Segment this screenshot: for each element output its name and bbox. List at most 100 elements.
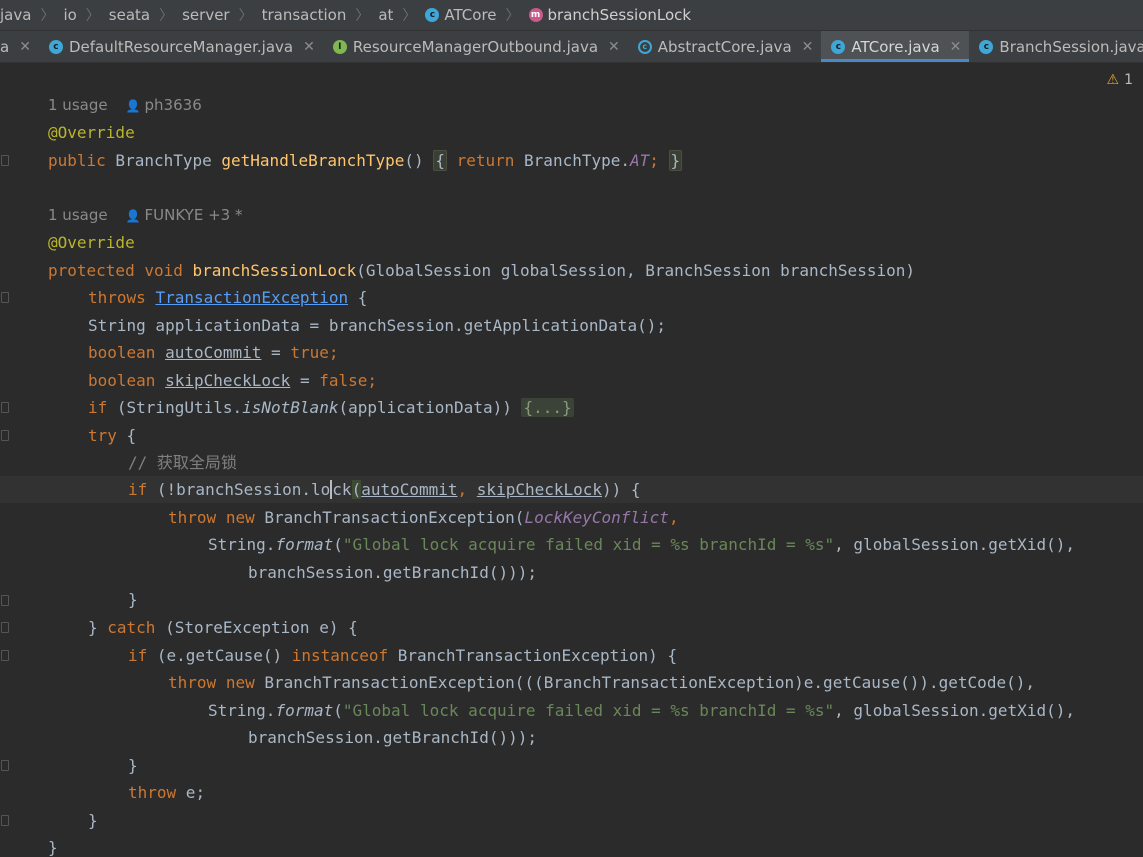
close-icon[interactable]: ✕ (608, 39, 620, 55)
breadcrumb-item[interactable]: seata (109, 6, 150, 24)
static-method: format (275, 535, 334, 554)
usage-count[interactable]: 1 usage (48, 96, 108, 114)
code-line[interactable]: } (48, 834, 58, 857)
static-method: format (275, 701, 334, 720)
variable: skipCheckLock (476, 480, 603, 499)
code-line[interactable]: boolean skipCheckLock = false; (88, 367, 377, 394)
breadcrumb-item[interactable]: java (0, 6, 31, 24)
code-line[interactable]: if (!branchSession.lo ck(autoCommit, skip… (128, 476, 641, 503)
keyword: throw (168, 673, 217, 692)
author-name[interactable]: ph3636 (145, 96, 202, 114)
folded-brace[interactable]: } (668, 150, 683, 171)
code-line[interactable]: try { (88, 422, 136, 449)
code-line[interactable]: String.format("Global lock acquire faile… (208, 697, 1075, 724)
chevron-right-icon: 〉 (40, 8, 55, 24)
fold-marker[interactable] (1, 155, 9, 166)
user-icon: 👤 (125, 99, 141, 113)
fold-marker[interactable] (1, 595, 9, 606)
editor-tab[interactable]: cBranchSession.java✕ (969, 31, 1143, 62)
close-icon[interactable]: ✕ (303, 39, 315, 55)
string-literal: "Global lock acquire failed xid = %s bra… (342, 535, 835, 554)
keyword: throw (128, 783, 177, 802)
breadcrumb-item[interactable]: m branchSessionLock (528, 6, 691, 24)
breadcrumb-item[interactable]: c ATCore (425, 6, 497, 24)
code-text: , globalSession.getXid(), (834, 701, 1075, 720)
exception-link[interactable]: TransactionException (155, 288, 348, 307)
fold-marker[interactable] (1, 402, 9, 413)
code-line[interactable]: } (128, 586, 138, 613)
author-name[interactable]: FUNKYE +3 * (145, 206, 243, 224)
code-line[interactable]: @Override (48, 119, 135, 146)
chevron-right-icon: 〉 (402, 8, 417, 24)
code-text: ; (649, 151, 659, 170)
close-icon[interactable]: ✕ (802, 39, 814, 55)
code-line[interactable]: branchSession.getBranchId())); (248, 724, 537, 751)
breadcrumb-item[interactable]: server (182, 6, 229, 24)
code-line[interactable]: // 获取全局锁 (128, 449, 237, 476)
folded-region[interactable]: {...} (521, 398, 574, 417)
code-editor[interactable]: ⚠ 1 1 usage 👤 ph3636 @Override public Bran… (0, 64, 1143, 857)
inspection-widget[interactable]: ⚠ 1 (1107, 72, 1133, 88)
keyword: boolean (88, 371, 156, 390)
code-line[interactable]: throw new BranchTransactionException(Loc… (168, 504, 679, 531)
editor-tab[interactable]: a ✕ (0, 31, 39, 62)
chevron-right-icon: 〉 (85, 8, 100, 24)
code-line[interactable]: if (e.getCause() instanceof BranchTransa… (128, 642, 677, 669)
code-text: () (404, 151, 424, 170)
code-text: = (290, 371, 320, 390)
folded-brace[interactable]: { (433, 150, 447, 171)
class-icon: c (831, 39, 846, 54)
method-name: branchSessionLock (192, 261, 357, 280)
editor-tab[interactable]: c DefaultResourceManager.java ✕ (39, 31, 323, 62)
code-line[interactable]: boolean autoCommit = true; (88, 339, 338, 366)
variable: autoCommit (361, 480, 458, 499)
code-text: ck (332, 480, 352, 499)
code-line[interactable]: } (128, 752, 138, 779)
code-line[interactable]: } (88, 807, 98, 834)
fold-marker[interactable] (1, 815, 9, 826)
close-icon[interactable]: ✕ (19, 39, 31, 55)
fold-marker[interactable] (1, 650, 9, 661)
code-line[interactable]: throw e; (128, 779, 205, 806)
fold-marker[interactable] (1, 430, 9, 441)
usage-hint[interactable]: 1 usage 👤 FUNKYE +3 * (48, 202, 242, 229)
usage-hint[interactable]: 1 usage 👤 ph3636 (48, 92, 202, 119)
user-icon: 👤 (125, 209, 141, 223)
fold-marker[interactable] (1, 292, 9, 303)
code-line[interactable]: public BranchType getHandleBranchType() … (48, 147, 683, 174)
code-text: (GlobalSession globalSession, BranchSess… (356, 261, 915, 280)
tab-label: DefaultResourceManager.java (68, 37, 294, 56)
code-text: (StoreException e) { (155, 618, 358, 637)
usage-count[interactable]: 1 usage (48, 206, 108, 224)
breadcrumb-item[interactable]: transaction (262, 6, 347, 24)
code-line[interactable]: @Override (48, 229, 135, 256)
code-text: ; (367, 371, 378, 390)
breadcrumb-item[interactable]: io (63, 6, 76, 24)
code-line[interactable]: if (StringUtils.isNotBlank(applicationDa… (88, 394, 574, 421)
code-text: branchSession.getBranchId())); (248, 563, 537, 582)
code-line[interactable]: protected void branchSessionLock(GlobalS… (48, 257, 915, 284)
breadcrumb-item[interactable]: at (378, 6, 393, 24)
keyword: protected (48, 261, 135, 280)
chevron-right-icon: 〉 (159, 8, 174, 24)
code-line[interactable]: String.format("Global lock acquire faile… (208, 531, 1075, 558)
breadcrumb-label: transaction (261, 6, 347, 24)
close-icon[interactable]: ✕ (950, 39, 962, 55)
editor-tab[interactable]: I ResourceManagerOutbound.java ✕ (323, 31, 628, 62)
code-text: ( (333, 535, 343, 554)
editor-tab[interactable]: c ATCore.java ✕ (821, 31, 970, 62)
tab-label: ResourceManagerOutbound.java (352, 37, 599, 56)
editor-tab[interactable]: c AbstractCore.java ✕ (628, 31, 822, 62)
code-line[interactable]: } catch (StoreException e) { (88, 614, 358, 641)
code-line[interactable]: throws TransactionException { (88, 284, 367, 311)
fold-marker[interactable] (1, 760, 9, 771)
tab-label: BranchSession.java (999, 37, 1143, 56)
code-line[interactable]: String applicationData = branchSession.g… (88, 312, 666, 339)
variable: autoCommit (165, 343, 262, 362)
method-icon: m (528, 8, 543, 22)
code-line[interactable]: throw new BranchTransactionException(((B… (168, 669, 1035, 696)
fold-marker[interactable] (1, 622, 9, 633)
code-line[interactable]: branchSession.getBranchId())); (248, 559, 537, 586)
tab-label: a (0, 37, 10, 56)
breadcrumb-label: ATCore (444, 6, 497, 24)
